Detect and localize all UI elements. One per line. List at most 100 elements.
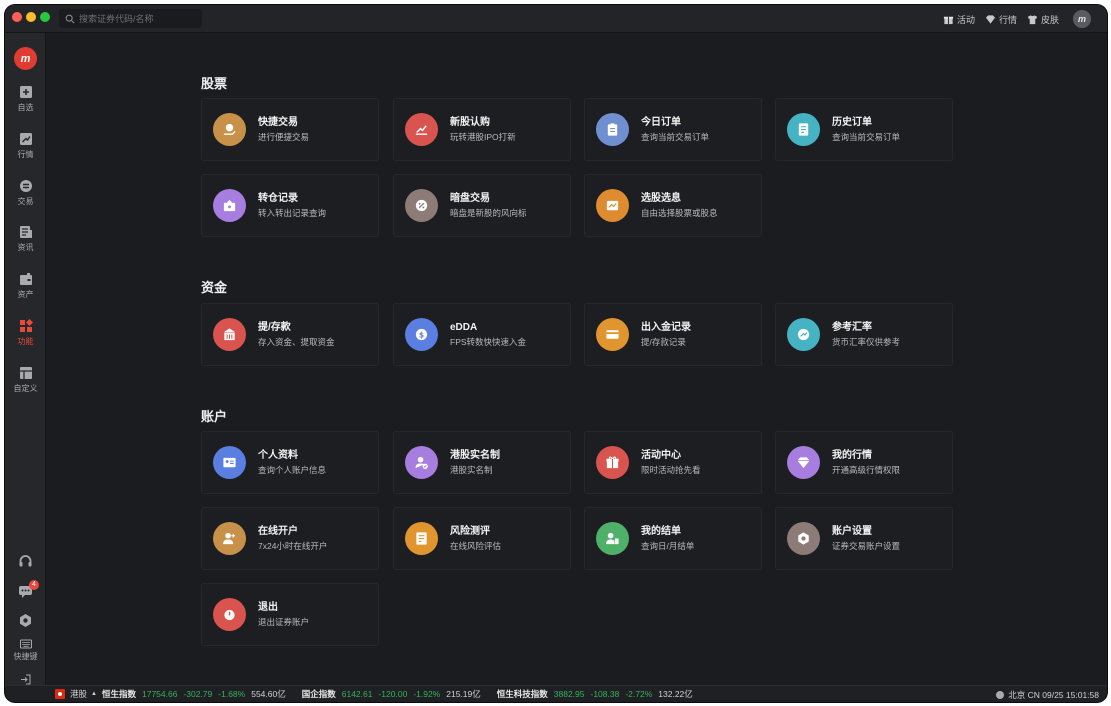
function-card[interactable]: 风险测评 在线风险评估 bbox=[393, 507, 571, 570]
card-text: 暗盘交易 暗盘是新股的风向标 bbox=[450, 192, 527, 219]
card-title: 我的行情 bbox=[832, 450, 872, 461]
chart-trend-icon bbox=[19, 133, 32, 145]
card-description: 提/存款记录 bbox=[641, 337, 686, 347]
card-text: 活动中心 限时活动抢先看 bbox=[641, 449, 701, 476]
market-label: 行情 bbox=[998, 14, 1017, 25]
function-panel: 股票 资金 账户 快捷交易 进行便捷交易 新股认购 玩转港股IPO打新 今日订单 查询当前… bbox=[46, 33, 1107, 685]
market-button[interactable]: 行情 bbox=[985, 13, 1017, 26]
card-text: 今日订单 查询当前交易订单 bbox=[641, 116, 709, 143]
index-pct: -1.68% bbox=[218, 689, 246, 699]
card-description: 进行便捷交易 bbox=[258, 132, 310, 142]
function-card[interactable]: 出入金记录 提/存款记录 bbox=[584, 303, 762, 366]
market-label[interactable]: 港股 bbox=[70, 688, 87, 700]
index-name[interactable]: 国企指数 bbox=[302, 688, 336, 700]
function-card[interactable]: 我的行情开通高级行情权限 bbox=[775, 431, 953, 494]
exchange-icon bbox=[19, 180, 32, 192]
function-card[interactable]: 历史订单 查询当前交易订单 bbox=[775, 98, 953, 161]
sidebar-item-market[interactable]: 行情 bbox=[5, 132, 46, 160]
card-description: 查询当前交易订单 bbox=[641, 132, 710, 142]
card-icon bbox=[596, 318, 629, 351]
search-icon bbox=[65, 14, 75, 24]
card-title: 港股实名制 bbox=[450, 450, 500, 461]
id-card-icon bbox=[213, 446, 246, 479]
card-text: 在线开户 7x24小时在线开户 bbox=[258, 525, 327, 552]
function-card[interactable]: 活动中心 限时活动抢先看 bbox=[584, 431, 762, 494]
activity-button[interactable]: 活动 bbox=[943, 13, 975, 26]
search-box[interactable] bbox=[59, 9, 202, 28]
clipboard-icon bbox=[596, 113, 629, 146]
index-name[interactable]: 恒生科技指数 bbox=[497, 688, 548, 700]
card-title: 快捷交易 bbox=[258, 117, 298, 128]
card-title: 新股认购 bbox=[450, 117, 490, 128]
sidebar-item-news[interactable]: 资讯 bbox=[5, 225, 46, 253]
card-description: 港股实名制 bbox=[450, 465, 493, 475]
svg-text:$: $ bbox=[419, 330, 424, 339]
index-name[interactable]: 恒生指数 bbox=[102, 688, 136, 700]
card-text: 提/存款存入资金、提取资金 bbox=[258, 321, 335, 348]
activity-label: 活动 bbox=[956, 14, 975, 25]
card-title: 转仓记录 bbox=[258, 193, 298, 204]
index-pct: -1.92% bbox=[413, 689, 441, 699]
login-icon bbox=[21, 674, 31, 685]
dollar-coin-icon: $ bbox=[405, 318, 438, 351]
sidebar-item-label: 自选 bbox=[17, 103, 34, 112]
function-card[interactable]: 退出 退出证券账户 bbox=[201, 583, 379, 646]
hexagon-gear-icon[interactable] bbox=[18, 613, 33, 628]
headset-icon[interactable] bbox=[18, 554, 33, 569]
card-text: 港股实名制 港股实名制 bbox=[450, 449, 500, 476]
function-card[interactable]: 今日订单 查询当前交易订单 bbox=[584, 98, 762, 161]
sidebar-item-label: 资讯 bbox=[17, 243, 34, 252]
card-text: 我的行情开通高级行情权限 bbox=[832, 449, 900, 476]
zoom-window-button[interactable] bbox=[40, 12, 50, 22]
function-card[interactable]: 提/存款存入资金、提取资金 bbox=[201, 303, 379, 366]
function-card[interactable]: 个人资料查询个人账户信息 bbox=[201, 431, 379, 494]
coin-hand-icon bbox=[213, 113, 246, 146]
card-description: 转入转出记录查询 bbox=[258, 208, 327, 218]
function-card[interactable]: $ eDDA FPS转数快快速入金 bbox=[393, 303, 571, 366]
sidebar-item-label: 功能 bbox=[17, 337, 34, 346]
minimize-window-button[interactable] bbox=[26, 12, 36, 22]
card-text: 个人资料查询个人账户信息 bbox=[258, 449, 326, 476]
card-title: 选股选息 bbox=[641, 193, 681, 204]
sidebar-item-watchlist[interactable]: 自选 bbox=[5, 85, 46, 113]
card-title: 参考汇率 bbox=[832, 322, 872, 333]
card-text: eDDA FPS转数快快速入金 bbox=[450, 321, 526, 348]
card-description: 存入资金、提取资金 bbox=[258, 337, 335, 347]
function-card[interactable]: 在线开户 7x24小时在线开户 bbox=[201, 507, 379, 570]
card-description: FPS转数快快速入金 bbox=[450, 337, 527, 347]
card-title: 提/存款 bbox=[258, 322, 291, 333]
card-title: 风险测评 bbox=[450, 526, 490, 537]
sidebar-item-custom[interactable]: 自定义 bbox=[5, 366, 46, 394]
function-card[interactable]: 我的结单 查询日/月结单 bbox=[584, 507, 762, 570]
titlebar-actions: 活动 行情 皮肤 m bbox=[943, 5, 1091, 33]
app-logo: m bbox=[14, 47, 37, 70]
function-card[interactable]: 暗盘交易 暗盘是新股的风向标 bbox=[393, 174, 571, 237]
shortcut-button[interactable]: 快捷键 bbox=[5, 639, 46, 662]
function-card[interactable]: 港股实名制 港股实名制 bbox=[393, 431, 571, 494]
function-card[interactable]: 快捷交易进行便捷交易 bbox=[201, 98, 379, 161]
function-card[interactable]: 转仓记录转入转出记录查询 bbox=[201, 174, 379, 237]
function-card[interactable]: 账户设置 证券交易账户设置 bbox=[775, 507, 953, 570]
skin-button[interactable]: 皮肤 bbox=[1027, 13, 1059, 26]
sidebar-item-functions[interactable]: 功能 bbox=[5, 319, 46, 347]
function-card[interactable]: 新股认购 玩转港股IPO打新 bbox=[393, 98, 571, 161]
sidebar-item-label: 交易 bbox=[17, 197, 34, 206]
card-description: 查询日/月结单 bbox=[641, 541, 695, 551]
index-turnover: 554.60亿 bbox=[251, 689, 286, 699]
search-input[interactable] bbox=[79, 13, 199, 24]
sidebar-item-assets[interactable]: 资产 bbox=[5, 272, 46, 300]
card-description: 查询个人账户信息 bbox=[258, 465, 327, 475]
card-description: 开通高级行情权限 bbox=[832, 465, 901, 475]
add-user-icon bbox=[213, 522, 246, 555]
avatar[interactable]: m bbox=[1073, 10, 1091, 28]
function-card[interactable]: 参考汇率 货币汇率仅供参考 bbox=[775, 303, 953, 366]
sidebar-item-trade[interactable]: 交易 bbox=[5, 179, 46, 207]
function-card[interactable]: 选股选息 自由选择股票或股息 bbox=[584, 174, 762, 237]
power-icon bbox=[213, 598, 246, 631]
card-title: 个人资料 bbox=[258, 450, 298, 461]
card-description: 查询当前交易订单 bbox=[832, 132, 901, 142]
card-description: 限时活动抢先看 bbox=[641, 465, 701, 475]
close-window-button[interactable] bbox=[12, 12, 22, 22]
caret-up-icon[interactable]: ▲ bbox=[91, 691, 97, 697]
clock-text: 北京 CN 09/25 15:01:58 bbox=[1008, 689, 1099, 700]
